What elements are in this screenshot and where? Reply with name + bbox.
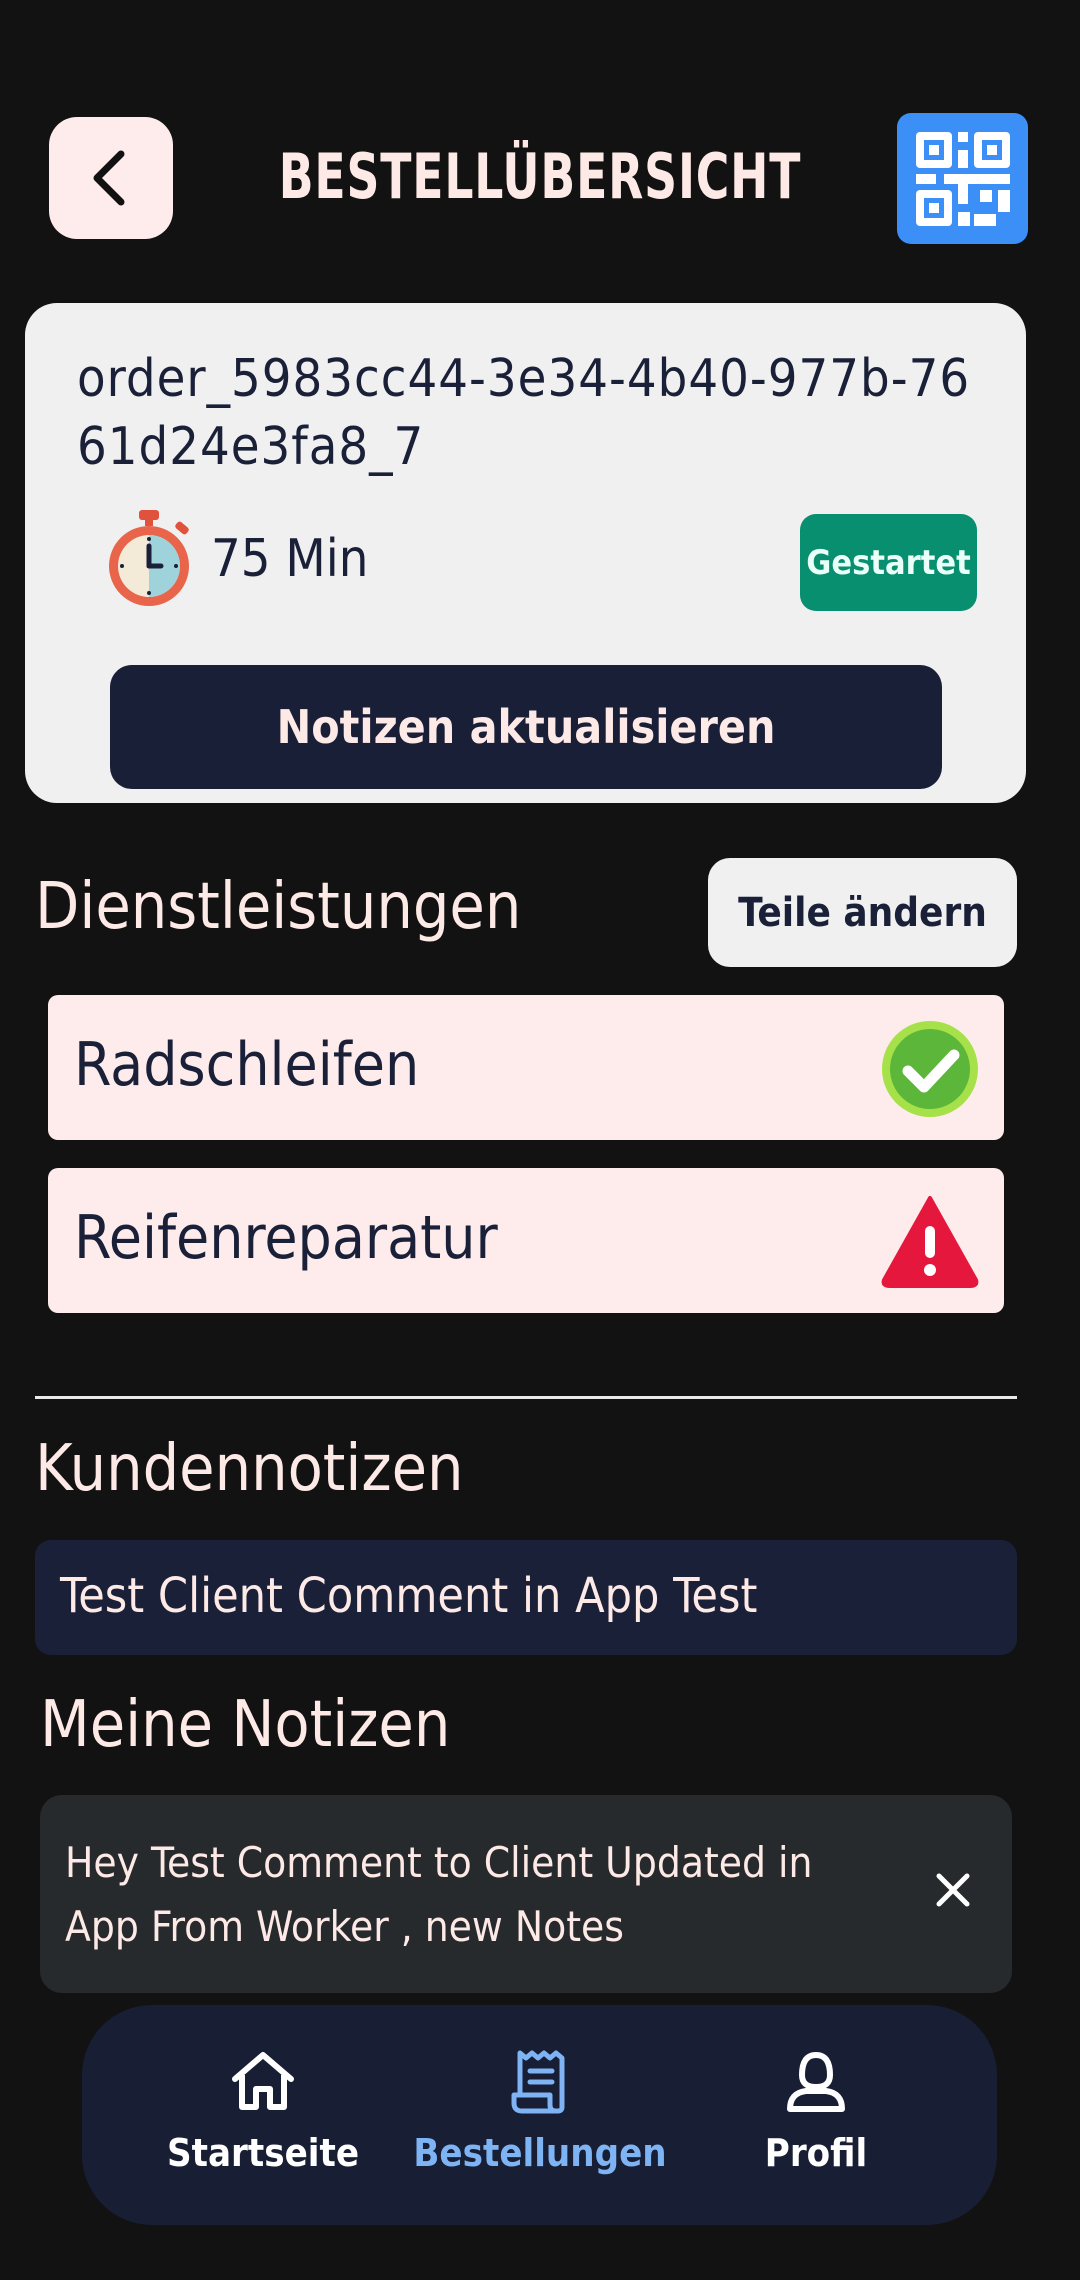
my-notes-title: Meine Notizen	[40, 1688, 451, 1762]
warning-icon	[881, 1196, 979, 1288]
update-notes-button[interactable]: Notizen aktualisieren	[110, 665, 942, 789]
qr-code-icon	[915, 131, 1010, 226]
service-item[interactable]: Reifenreparatur	[48, 1168, 1004, 1313]
nav-item-home[interactable]: Startseite	[153, 2045, 373, 2195]
client-note-text: Test Client Comment in App Test	[35, 1540, 1017, 1655]
order-overview-screen: BESTELLÜBERSICHT order_5983cc44-3e34-4b4…	[0, 0, 1080, 2280]
my-note-item: Hey Test Comment to Client Updated in Ap…	[40, 1795, 1012, 1993]
status-badge: Gestartet	[800, 514, 977, 611]
service-label: Reifenreparatur	[74, 1203, 498, 1273]
duration-label: 75 Min	[211, 529, 369, 589]
home-icon	[232, 2052, 294, 2110]
nav-item-orders[interactable]: Bestellungen	[413, 2045, 667, 2195]
check-circle-icon	[882, 1021, 978, 1117]
client-notes-title: Kundennotizen	[35, 1432, 464, 1506]
services-title: Dienstleistungen	[35, 870, 522, 944]
qr-code-button[interactable]	[897, 113, 1028, 244]
page-title: BESTELLÜBERSICHT	[278, 140, 802, 213]
edit-parts-button[interactable]: Teile ändern	[708, 858, 1017, 967]
divider	[35, 1396, 1017, 1399]
stopwatch-icon	[109, 510, 189, 606]
nav-label: Profil	[764, 2131, 868, 2175]
delete-note-button[interactable]	[920, 1857, 986, 1923]
order-card: order_5983cc44-3e34-4b40-977b-7661d24e3f…	[25, 303, 1026, 803]
nav-label: Startseite	[166, 2131, 360, 2175]
service-label: Radschleifen	[74, 1030, 420, 1100]
nav-item-profile[interactable]: Profil	[706, 2045, 926, 2195]
service-item[interactable]: Radschleifen	[48, 995, 1004, 1140]
close-icon	[936, 1873, 970, 1907]
nav-label: Bestellungen	[413, 2131, 667, 2175]
order-id: order_5983cc44-3e34-4b40-977b-7661d24e3f…	[77, 349, 971, 477]
my-note-text: Hey Test Comment to Client Updated in Ap…	[65, 1838, 813, 1951]
receipt-icon	[511, 2050, 565, 2114]
user-icon	[787, 2051, 845, 2112]
bottom-navigation: Startseite Bestellungen Profil	[82, 2005, 997, 2225]
